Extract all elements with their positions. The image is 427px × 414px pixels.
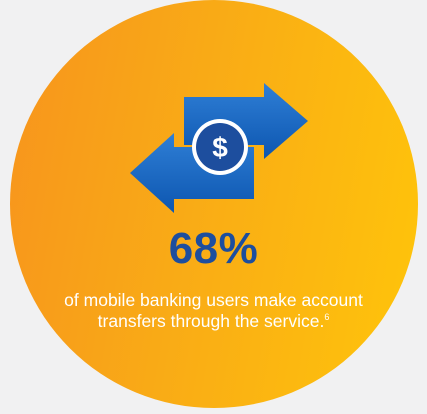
stat-caption-text: of mobile banking users make account tra… bbox=[64, 290, 363, 331]
stat-infographic: $ 68% of mobile banking users make accou… bbox=[0, 0, 427, 414]
stat-value: 68% bbox=[168, 224, 259, 273]
stat-caption: of mobile banking users make account tra… bbox=[60, 290, 367, 332]
dollar-coin-icon: $ bbox=[192, 119, 248, 175]
dollar-sign: $ bbox=[212, 132, 228, 163]
footnote-marker: 6 bbox=[324, 312, 330, 323]
money-transfer-icon: $ bbox=[124, 83, 314, 213]
